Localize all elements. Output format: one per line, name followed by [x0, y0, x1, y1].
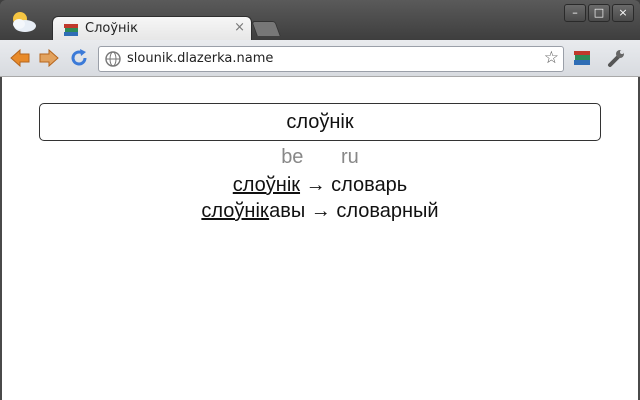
maximize-button[interactable]: □	[588, 4, 610, 22]
search-input[interactable]: слоўнік	[39, 103, 601, 141]
title-bar: Слоўнік × – □ ×	[0, 0, 640, 41]
tab-title: Слоўнік	[85, 21, 138, 36]
globe-icon	[105, 51, 121, 67]
tab-close-icon[interactable]: ×	[234, 20, 245, 35]
weather-sun-cloud-icon	[13, 12, 36, 32]
browser-toolbar: slounik.dlazerka.name ☆	[0, 40, 640, 77]
books-favicon-icon	[64, 24, 78, 36]
wrench-icon	[608, 50, 624, 67]
minimize-button[interactable]: –	[564, 4, 586, 22]
lang-option-be[interactable]: be	[281, 146, 303, 169]
lang-option-ru[interactable]: ru	[341, 146, 359, 169]
result-translation: авы → словарный	[269, 200, 439, 222]
back-button[interactable]	[8, 47, 32, 69]
extension-button[interactable]	[570, 47, 594, 69]
forward-arrow-icon	[39, 49, 59, 67]
result-link[interactable]: слоўнік	[233, 174, 300, 196]
language-selector: be ru	[2, 146, 638, 169]
back-arrow-icon	[10, 49, 30, 67]
books-extension-icon	[574, 51, 590, 65]
browser-window: Слоўнік × – □ × slounik.dlazerka.name ☆ …	[0, 0, 640, 400]
close-window-button[interactable]: ×	[612, 4, 634, 22]
result-row: слоўнік → словарь	[2, 172, 638, 198]
bookmark-star-icon[interactable]: ☆	[544, 49, 559, 67]
reload-button[interactable]	[67, 47, 91, 69]
address-bar[interactable]: slounik.dlazerka.name ☆	[98, 46, 564, 72]
url-text[interactable]: slounik.dlazerka.name	[127, 51, 273, 66]
result-translation: → словарь	[300, 174, 408, 196]
result-link[interactable]: слоўнік	[201, 200, 269, 222]
new-tab-button[interactable]	[251, 21, 281, 36]
settings-button[interactable]	[604, 47, 628, 69]
forward-button[interactable]	[37, 47, 61, 69]
results-list: слоўнік → словарь слоўнікавы → словарный	[2, 172, 638, 224]
page-content: слоўнік be ru слоўнік → словарь слоўніка…	[2, 77, 638, 400]
result-row: слоўнікавы → словарный	[2, 198, 638, 224]
reload-icon	[71, 49, 87, 66]
browser-tab[interactable]: Слоўнік ×	[52, 16, 252, 41]
